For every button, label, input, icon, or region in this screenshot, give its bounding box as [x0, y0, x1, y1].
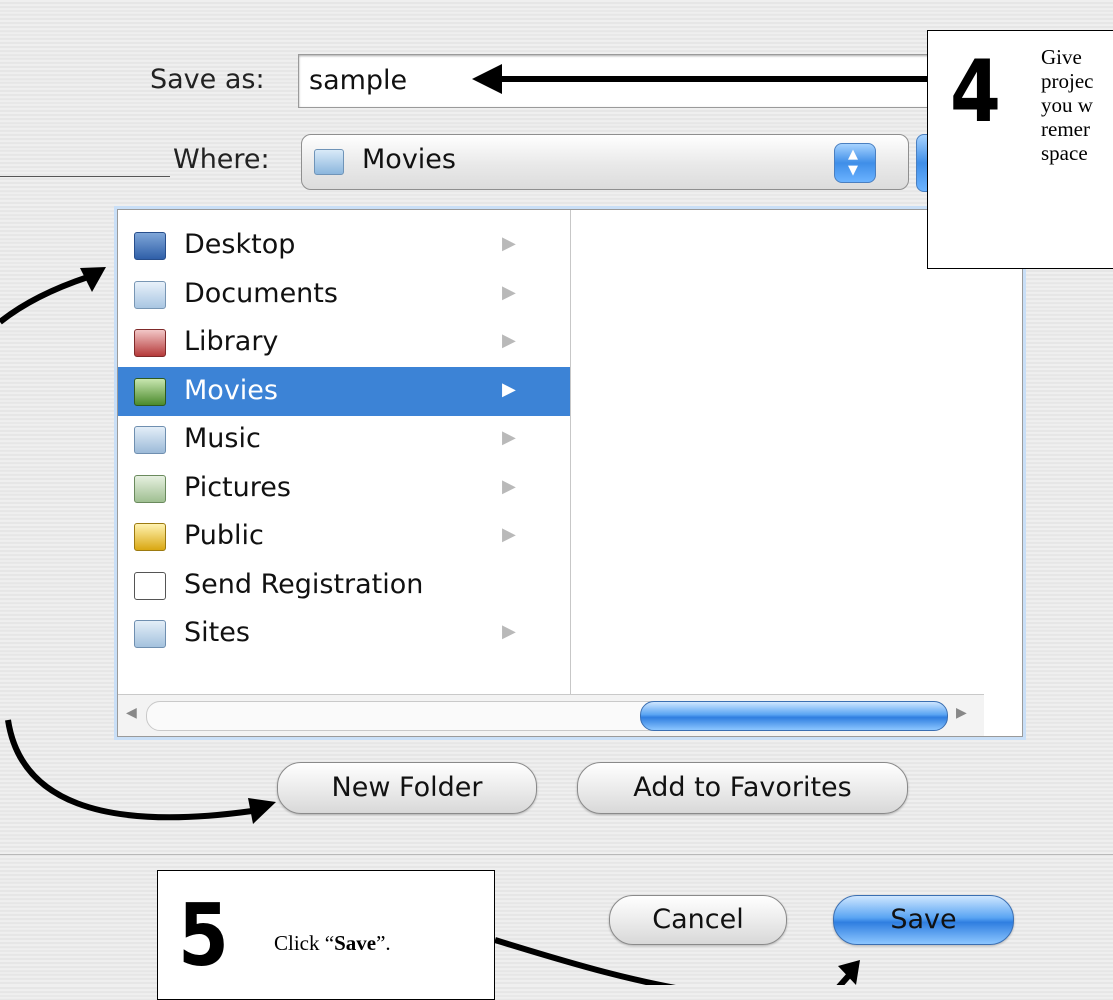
footer-divider: [0, 854, 1113, 855]
browser-item-label: Library: [184, 326, 279, 357]
callout-step-4: 4 Give projec you w remer space: [927, 30, 1113, 269]
save-as-input[interactable]: sample: [298, 54, 950, 108]
scroll-right-icon[interactable]: ▶: [956, 705, 967, 721]
browser-item-movies[interactable]: Movies ▶: [118, 366, 570, 416]
document-alias-icon: [134, 571, 166, 600]
step-number-5: 5: [178, 886, 229, 986]
sites-folder-icon: [134, 620, 166, 648]
browser-item-label: Public: [184, 520, 264, 551]
step-5-text: Click “Save”.: [274, 931, 391, 955]
disclosure-arrow-icon: ▶: [502, 621, 516, 642]
arrow-to-documents: [0, 267, 106, 325]
browser-item-label: Music: [184, 423, 261, 454]
save-button[interactable]: Save: [833, 895, 1014, 945]
disclosure-arrow-icon: ▶: [502, 330, 516, 351]
music-folder-icon: [134, 426, 166, 454]
browser-item-label: Pictures: [184, 471, 291, 503]
browser-item-send-registration[interactable]: Send Registration: [118, 561, 570, 610]
divider-line: [0, 176, 170, 177]
disclosure-arrow-icon: ▶: [502, 378, 516, 400]
movies-folder-icon: [134, 377, 166, 406]
movies-folder-icon: [314, 149, 344, 175]
pictures-folder-icon: [134, 474, 166, 503]
where-popup-value: Movies: [362, 144, 456, 175]
browser-column-2: [571, 210, 1022, 694]
browser-item-sites[interactable]: Sites ▶: [118, 609, 570, 658]
library-folder-icon: [134, 329, 166, 357]
browser-item-library[interactable]: Library ▶: [118, 318, 570, 367]
disclosure-arrow-icon: ▶: [502, 524, 516, 545]
where-label: Where:: [173, 144, 270, 175]
scroll-left-icon[interactable]: ◀: [126, 705, 137, 721]
browser-item-label: Sites: [184, 617, 250, 648]
horizontal-scrollbar[interactable]: ◀ ▶: [118, 694, 984, 736]
popup-stepper-icon: ▲ ▼: [834, 143, 876, 183]
browser-item-desktop[interactable]: Desktop ▶: [118, 221, 570, 270]
browser-item-label: Documents: [184, 277, 338, 309]
save-as-label: Save as:: [150, 64, 265, 95]
new-folder-button[interactable]: New Folder: [277, 762, 537, 814]
where-popup[interactable]: Movies ▲ ▼: [301, 134, 909, 190]
folder-icon: [134, 280, 166, 309]
file-browser[interactable]: Desktop ▶ Documents ▶ Library ▶ Movies ▶ Music ▶ P…: [117, 209, 1023, 737]
browser-item-music[interactable]: Music ▶: [118, 415, 570, 464]
public-folder-icon: [134, 523, 166, 551]
browser-item-public[interactable]: Public ▶: [118, 512, 570, 561]
browser-column-1: Desktop ▶ Documents ▶ Library ▶ Movies ▶ Music ▶ P…: [118, 210, 571, 694]
disclosure-arrow-icon: ▶: [502, 475, 516, 497]
desktop-icon: [134, 232, 166, 260]
add-to-favorites-button[interactable]: Add to Favorites: [577, 762, 908, 814]
browser-item-pictures[interactable]: Pictures ▶: [118, 464, 570, 513]
disclosure-arrow-icon: ▶: [502, 233, 516, 254]
scroll-thumb[interactable]: [640, 701, 948, 731]
step-number-4: 4: [950, 42, 1001, 142]
cancel-button[interactable]: Cancel: [609, 895, 787, 945]
browser-item-documents[interactable]: Documents ▶: [118, 270, 570, 319]
step-4-text: Give projec you w remer space: [1041, 45, 1094, 165]
browser-item-label: Desktop: [184, 229, 296, 260]
browser-item-label: Send Registration: [184, 568, 424, 600]
disclosure-arrow-icon: ▶: [502, 281, 516, 303]
disclosure-arrow-icon: ▶: [502, 427, 516, 448]
callout-step-5: 5 Click “Save”.: [157, 870, 495, 1000]
browser-item-label: Movies: [184, 374, 278, 406]
arrow-to-save-button: [494, 937, 860, 985]
